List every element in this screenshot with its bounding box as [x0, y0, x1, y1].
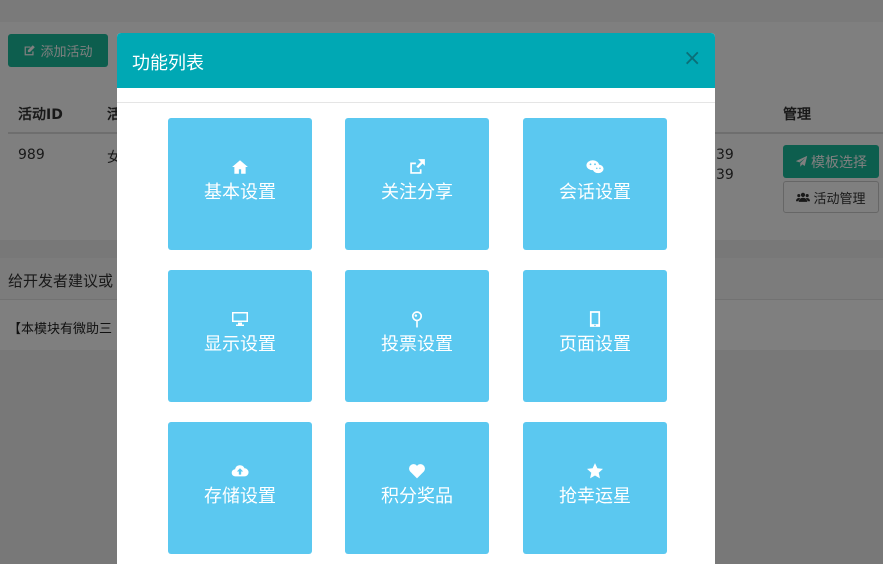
tile-vote-settings[interactable]: 投票设置	[345, 270, 489, 402]
pin-icon	[411, 311, 423, 328]
modal-header-divider	[117, 102, 715, 103]
star-icon	[587, 463, 603, 479]
tile-label: 抢幸运星	[559, 486, 631, 507]
tile-label: 投票设置	[381, 334, 453, 355]
cloud-upload-icon	[231, 465, 249, 477]
home-icon	[232, 160, 248, 174]
tile-points-prizes[interactable]: 积分奖品	[345, 422, 489, 554]
tile-label: 基本设置	[204, 182, 276, 203]
tile-label: 积分奖品	[381, 486, 453, 507]
tile-label: 会话设置	[559, 182, 631, 203]
feature-list-modal: 功能列表 × 基本设置 关注分享 会话设置 显示设置 投票设置 页面设置 存储设…	[117, 33, 715, 564]
tile-storage-settings[interactable]: 存储设置	[168, 422, 312, 554]
tile-label: 页面设置	[559, 334, 631, 355]
tile-lucky-star[interactable]: 抢幸运星	[523, 422, 667, 554]
modal-title: 功能列表	[132, 53, 204, 74]
tablet-icon	[589, 311, 601, 327]
tile-page-settings[interactable]: 页面设置	[523, 270, 667, 402]
tile-follow-share[interactable]: 关注分享	[345, 118, 489, 250]
tile-label: 存储设置	[204, 486, 276, 507]
tile-label: 关注分享	[381, 182, 453, 203]
heart-icon	[409, 464, 425, 479]
desktop-icon	[232, 312, 248, 326]
tile-conversation-settings[interactable]: 会话设置	[523, 118, 667, 250]
share-square-icon	[410, 159, 425, 174]
tile-basic-settings[interactable]: 基本设置	[168, 118, 312, 250]
close-icon[interactable]: ×	[683, 48, 701, 70]
wechat-icon	[586, 160, 604, 174]
tile-label: 显示设置	[204, 334, 276, 355]
modal-header: 功能列表 ×	[117, 33, 715, 88]
tile-display-settings[interactable]: 显示设置	[168, 270, 312, 402]
